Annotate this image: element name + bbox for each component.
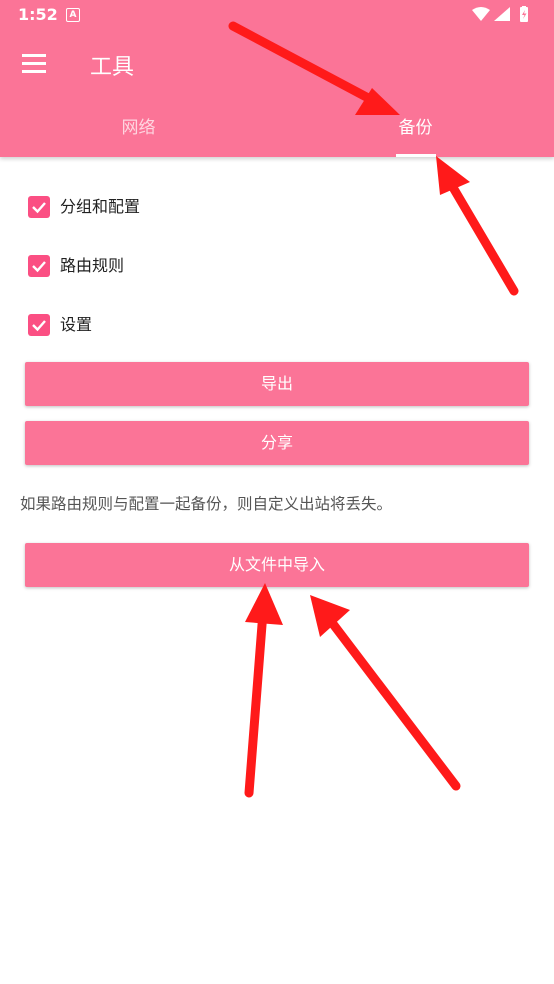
status-bar: 1:52 A: [0, 0, 554, 30]
checkbox-checked-icon[interactable]: [28, 196, 50, 218]
notification-icon: A: [66, 8, 80, 22]
annotation-arrowhead: [310, 595, 350, 637]
status-icons: [472, 6, 528, 22]
tab-network[interactable]: 网络: [0, 100, 277, 157]
menu-icon-bar: [22, 70, 46, 73]
app-bar: 1:52 A 工具 网络 备份: [0, 0, 554, 157]
annotation-arrow: [446, 179, 519, 296]
checkbox-label: 分组和配置: [60, 197, 141, 216]
menu-icon-bar: [22, 62, 46, 65]
menu-icon: [22, 54, 46, 57]
menu-button[interactable]: [22, 54, 48, 74]
export-button[interactable]: 导出: [25, 362, 529, 406]
import-from-file-button[interactable]: 从文件中导入: [25, 543, 529, 587]
share-button[interactable]: 分享: [25, 421, 529, 465]
status-time: 1:52: [18, 5, 58, 24]
checkbox-label: 设置: [60, 315, 93, 334]
annotation-arrowhead: [436, 156, 470, 195]
signal-icon: [494, 7, 510, 21]
backup-note: 如果路由规则与配置一起备份，则自定义出站将丢失。: [20, 495, 393, 513]
checkbox-checked-icon[interactable]: [28, 314, 50, 336]
annotation-arrow: [325, 615, 461, 791]
checkbox-label: 路由规则: [60, 256, 125, 275]
page-title: 工具: [90, 55, 135, 80]
wifi-icon: [472, 7, 490, 21]
annotation-arrowhead: [245, 583, 283, 625]
tab-indicator: [396, 154, 436, 157]
annotation-arrow: [244, 607, 268, 798]
checkbox-checked-icon[interactable]: [28, 255, 50, 277]
tab-backup[interactable]: 备份: [277, 100, 554, 157]
